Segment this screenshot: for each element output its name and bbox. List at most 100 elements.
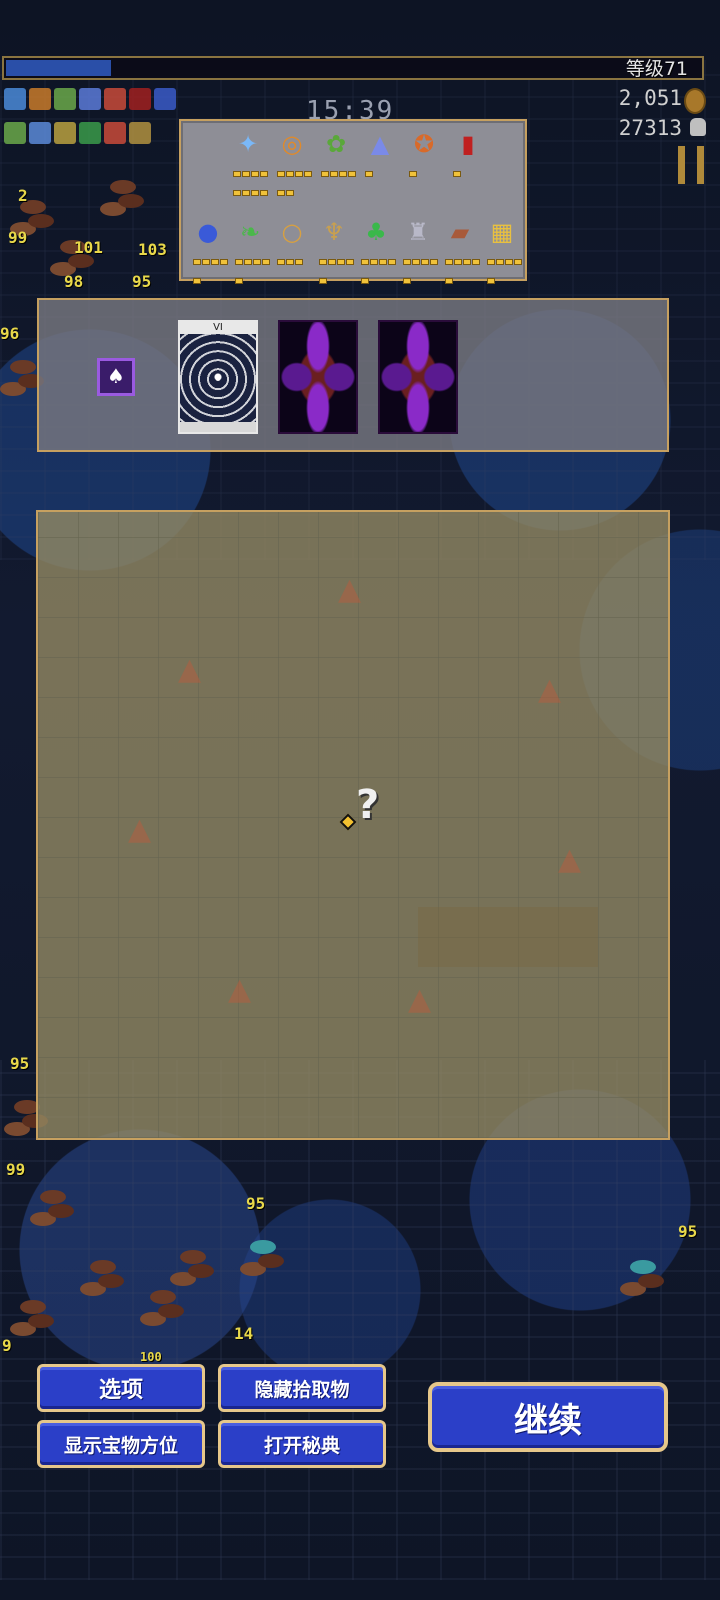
inventory-slot[interactable]: ♜ [399, 213, 439, 284]
level-pip [244, 259, 252, 265]
pause-button[interactable] [678, 146, 704, 184]
level-pip [365, 171, 373, 177]
level-pip [251, 190, 259, 196]
lightning-ring-icon: ✦ [237, 130, 259, 158]
level-pip [412, 259, 420, 265]
level-pip [361, 259, 369, 265]
mini-item-icon [29, 88, 51, 110]
mini-item-icon [29, 122, 51, 144]
inventory-slot[interactable]: ◎ [273, 125, 313, 196]
map-enemy-shadow: ▲ [128, 812, 152, 847]
inventory-slot[interactable]: ❧ [231, 213, 271, 284]
level-pips [193, 251, 231, 289]
level-pip [421, 259, 429, 265]
level-pips [277, 251, 315, 270]
level-pips [453, 163, 491, 182]
unknown-treasure-marker: ? [356, 782, 380, 828]
arcana-card-back[interactable] [278, 320, 358, 434]
inventory-slot[interactable]: ▲ [361, 125, 401, 189]
level-pip [286, 190, 294, 196]
feather-icon: ❧ [239, 218, 261, 246]
enemy-bat [110, 180, 136, 194]
inventory-slot[interactable]: ♣ [357, 213, 397, 284]
options-button[interactable]: 选项 [37, 1364, 205, 1412]
level-pip [260, 171, 268, 177]
inventory-slot[interactable]: ▮ [449, 125, 489, 189]
stage-map[interactable]: ▲ ▲ ▲ ▲ ▲ ▲ ▲ ? [36, 510, 670, 1140]
experience-fill [6, 60, 111, 76]
arcana-card-revealed[interactable]: VI [178, 320, 258, 434]
level-pip [430, 259, 438, 265]
level-pip [202, 259, 210, 265]
mini-item-icon [129, 122, 151, 144]
tome-icon: ▦ [490, 218, 514, 246]
mini-item-icon [79, 88, 101, 110]
damage-number: 96 [0, 324, 20, 343]
level-pip [514, 259, 522, 265]
mini-item-icon [104, 88, 126, 110]
level-pip [260, 190, 268, 196]
palm-icon: ✿ [325, 130, 347, 158]
inventory-slot[interactable]: ✦ [229, 125, 269, 196]
continue-button[interactable]: 继续 [428, 1382, 668, 1452]
inventory-slot[interactable]: ▦ [483, 213, 523, 284]
inventory-slot[interactable]: ✿ [317, 125, 357, 189]
level-pips [403, 251, 441, 289]
damage-number: 95 [678, 1222, 698, 1241]
map-enemy-shadow: ▲ [338, 572, 362, 607]
inventory-slot[interactable]: ♆ [315, 213, 355, 284]
show-treasure-button[interactable]: 显示宝物方位 [37, 1420, 205, 1468]
enemy-fish [250, 1240, 276, 1254]
cross-ring-icon: ✪ [413, 130, 435, 158]
arcana-spade-icon[interactable]: ♠ [97, 358, 135, 396]
inventory-slot[interactable]: ✪ [405, 125, 445, 189]
damage-number: 98 [64, 272, 84, 291]
level-pip [403, 259, 411, 265]
level-pips [319, 251, 357, 289]
hide-pickups-button[interactable]: 隐藏拾取物 [218, 1364, 386, 1412]
level-pip [295, 171, 303, 177]
damage-number: 101 [74, 238, 103, 257]
level-pip [328, 259, 336, 265]
damage-number: 95 [246, 1194, 266, 1213]
coin-icon [684, 88, 706, 114]
inventory-slot[interactable]: ▰ [441, 213, 481, 284]
passive-slots: ● ❧ ○ ♆ ♣ ♜ ▰ ▦ [181, 213, 525, 284]
player-marker-icon [338, 812, 358, 832]
level-pip [304, 171, 312, 177]
level-pip [463, 259, 471, 265]
level-pip [193, 278, 201, 284]
open-grimoire-button[interactable]: 打开秘典 [218, 1420, 386, 1468]
damage-number: 103 [138, 240, 167, 259]
inventory-slot[interactable]: ● [189, 213, 229, 284]
mini-item-icon [129, 88, 151, 110]
mini-item-icon [4, 122, 26, 144]
level-pips [487, 251, 525, 289]
level-pip [445, 278, 453, 284]
level-pip [235, 278, 243, 284]
level-pip [403, 278, 411, 284]
level-pip [496, 259, 504, 265]
enemy-bat [150, 1290, 176, 1304]
mini-item-icon [154, 88, 176, 110]
inventory-slot[interactable]: ○ [273, 213, 313, 277]
mini-item-icon [104, 122, 126, 144]
card-numeral: VI [180, 322, 256, 334]
level-pip [339, 171, 347, 177]
equipped-items-mini [4, 88, 194, 156]
level-pip [453, 171, 461, 177]
damage-number: 9 [2, 1336, 12, 1355]
map-enemy-shadow: ▲ [228, 972, 252, 1007]
level-pip [211, 259, 219, 265]
level-pip [286, 171, 294, 177]
level-pip [379, 259, 387, 265]
level-pip [277, 190, 285, 196]
mini-item-icon [79, 122, 101, 144]
level-pip [454, 259, 462, 265]
arcana-card-back[interactable] [378, 320, 458, 434]
level-pip [242, 190, 250, 196]
damage-number: 99 [6, 1160, 26, 1179]
level-pips [445, 251, 483, 289]
enemy-bat [20, 1300, 46, 1314]
level-pips [235, 251, 273, 289]
